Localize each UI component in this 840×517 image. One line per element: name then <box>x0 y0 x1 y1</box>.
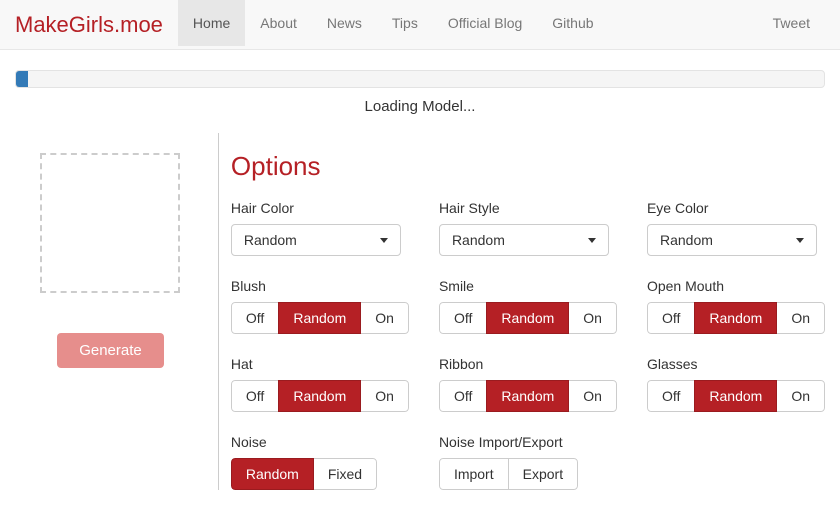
toggle-fixed[interactable]: Fixed <box>313 458 377 490</box>
progress-track <box>15 70 825 88</box>
toggle-off[interactable]: Off <box>439 302 487 334</box>
field-ribbon: Ribbon Off Random On <box>439 356 617 412</box>
toggle-off[interactable]: Off <box>647 380 695 412</box>
nav-tips[interactable]: Tips <box>377 0 433 46</box>
field-smile: Smile Off Random On <box>439 278 617 334</box>
label-hat: Hat <box>231 356 409 372</box>
progress-section <box>0 50 840 96</box>
toggle-off[interactable]: Off <box>647 302 695 334</box>
label-noise-io: Noise Import/Export <box>439 434 617 450</box>
toggle-blush: Off Random On <box>231 302 409 334</box>
nav-about[interactable]: About <box>245 0 312 46</box>
field-noise-io: Noise Import/Export Import Export <box>439 434 617 490</box>
dropdown-eye-color[interactable]: Random <box>647 224 817 256</box>
field-open-mouth: Open Mouth Off Random On <box>647 278 825 334</box>
nav-right: Tweet <box>758 0 825 49</box>
toggle-random[interactable]: Random <box>486 302 569 334</box>
dropdown-value: Random <box>244 232 297 248</box>
label-noise: Noise <box>231 434 409 450</box>
label-ribbon: Ribbon <box>439 356 617 372</box>
toggle-glasses: Off Random On <box>647 380 825 412</box>
import-button[interactable]: Import <box>439 458 509 490</box>
nav-tweet[interactable]: Tweet <box>758 0 825 46</box>
field-glasses: Glasses Off Random On <box>647 356 825 412</box>
toggle-hat: Off Random On <box>231 380 409 412</box>
caret-down-icon <box>380 238 388 243</box>
options-panel: Options Hair Color Random Hair Style Ran… <box>231 133 825 490</box>
dropdown-value: Random <box>452 232 505 248</box>
toggle-on[interactable]: On <box>776 380 825 412</box>
caret-down-icon <box>588 238 596 243</box>
field-hair-style: Hair Style Random <box>439 200 617 256</box>
navbar: MakeGirls.moe Home About News Tips Offic… <box>0 0 840 50</box>
loading-text: Loading Model... <box>0 96 840 133</box>
vertical-divider <box>218 133 219 490</box>
toggle-random[interactable]: Random <box>486 380 569 412</box>
toggle-on[interactable]: On <box>568 380 617 412</box>
field-noise: Noise Random Fixed <box>231 434 409 490</box>
label-hair-style: Hair Style <box>439 200 617 216</box>
export-button[interactable]: Export <box>508 458 578 490</box>
field-blush: Blush Off Random On <box>231 278 409 334</box>
label-hair-color: Hair Color <box>231 200 409 216</box>
field-hair-color: Hair Color Random <box>231 200 409 256</box>
options-grid: Hair Color Random Hair Style Random Eye … <box>231 200 825 490</box>
generate-button[interactable]: Generate <box>57 333 164 368</box>
toggle-random[interactable]: Random <box>231 458 314 490</box>
toggle-off[interactable]: Off <box>231 380 279 412</box>
brand-logo[interactable]: MakeGirls.moe <box>15 0 178 49</box>
label-blush: Blush <box>231 278 409 294</box>
options-title: Options <box>231 151 825 182</box>
dropdown-value: Random <box>660 232 713 248</box>
nav-home[interactable]: Home <box>178 0 245 46</box>
field-eye-color: Eye Color Random <box>647 200 825 256</box>
toggle-off[interactable]: Off <box>231 302 279 334</box>
toggle-random[interactable]: Random <box>278 302 361 334</box>
label-open-mouth: Open Mouth <box>647 278 825 294</box>
nav-github[interactable]: Github <box>537 0 608 46</box>
field-hat: Hat Off Random On <box>231 356 409 412</box>
nav-news[interactable]: News <box>312 0 377 46</box>
left-column: Generate <box>15 133 206 490</box>
toggle-random[interactable]: Random <box>694 380 777 412</box>
progress-bar <box>16 71 28 87</box>
label-smile: Smile <box>439 278 617 294</box>
noise-io-buttons: Import Export <box>439 458 578 490</box>
toggle-random[interactable]: Random <box>694 302 777 334</box>
nav-links: Home About News Tips Official Blog Githu… <box>178 0 609 49</box>
dropdown-hair-color[interactable]: Random <box>231 224 401 256</box>
preview-placeholder <box>40 153 180 293</box>
label-eye-color: Eye Color <box>647 200 825 216</box>
toggle-noise: Random Fixed <box>231 458 377 490</box>
toggle-on[interactable]: On <box>568 302 617 334</box>
main-content: Generate Options Hair Color Random Hair … <box>0 133 840 490</box>
label-glasses: Glasses <box>647 356 825 372</box>
toggle-off[interactable]: Off <box>439 380 487 412</box>
toggle-smile: Off Random On <box>439 302 617 334</box>
toggle-open-mouth: Off Random On <box>647 302 825 334</box>
toggle-on[interactable]: On <box>360 380 409 412</box>
caret-down-icon <box>796 238 804 243</box>
toggle-ribbon: Off Random On <box>439 380 617 412</box>
toggle-on[interactable]: On <box>360 302 409 334</box>
toggle-random[interactable]: Random <box>278 380 361 412</box>
dropdown-hair-style[interactable]: Random <box>439 224 609 256</box>
nav-official-blog[interactable]: Official Blog <box>433 0 537 46</box>
field-empty <box>647 434 825 490</box>
toggle-on[interactable]: On <box>776 302 825 334</box>
